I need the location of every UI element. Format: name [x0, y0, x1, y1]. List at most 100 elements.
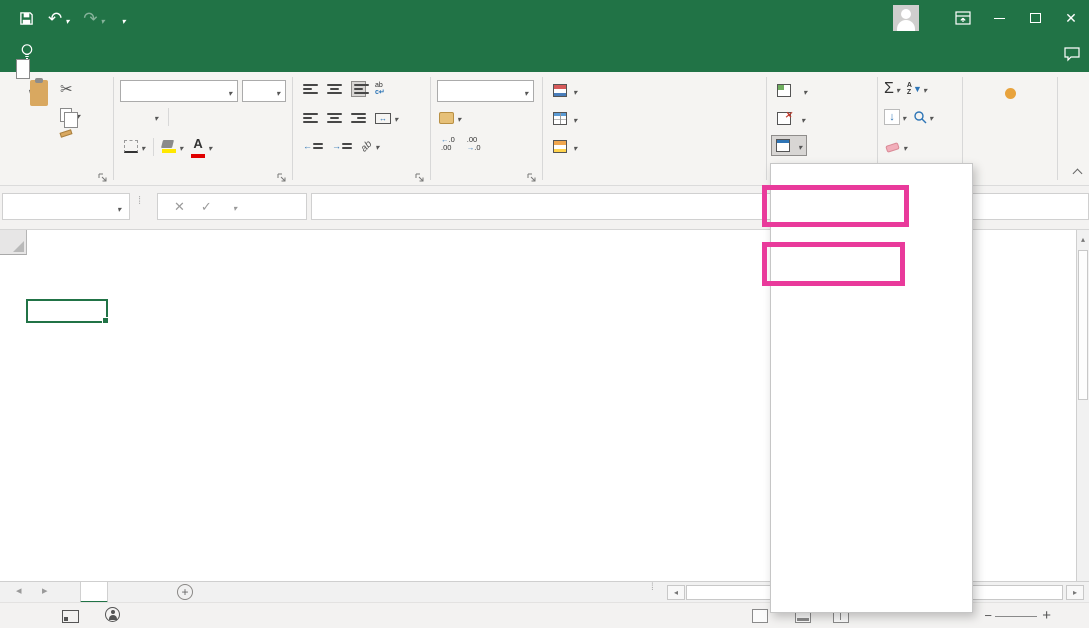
styles-group — [543, 72, 766, 185]
maximize-button[interactable] — [1017, 0, 1053, 36]
decrease-indent-icon[interactable]: ← — [303, 141, 323, 151]
insert-function-button[interactable] — [228, 198, 237, 216]
font-size-combo[interactable] — [242, 80, 286, 102]
macro-record-icon[interactable] — [62, 610, 79, 623]
copy-button[interactable] — [60, 106, 80, 124]
clipboard-mini-buttons — [60, 80, 80, 136]
new-sheet-button[interactable]: + — [177, 584, 193, 600]
bottom-align-icon[interactable] — [351, 81, 366, 97]
accessibility-icon — [105, 607, 120, 622]
accounting-icon — [439, 112, 454, 124]
wrap-text-icon[interactable]: abc↵ — [375, 82, 385, 96]
center-icon[interactable] — [327, 113, 342, 123]
decrease-decimal-icon[interactable]: .00 →.0 — [467, 136, 481, 152]
increase-decimal-icon[interactable]: ←.0 .00 — [441, 136, 455, 152]
ribbon-tabs — [0, 36, 4, 72]
scroll-left-icon[interactable] — [667, 585, 685, 600]
view-normal-icon[interactable] — [752, 609, 768, 623]
delete-cells-button[interactable] — [773, 109, 809, 128]
customize-quick-access-icon[interactable] — [112, 0, 133, 36]
cancel-icon[interactable] — [174, 198, 185, 216]
clipboard-group — [0, 72, 113, 185]
fill-button[interactable]: ↓ — [884, 108, 906, 126]
sort-filter-button[interactable]: AZ▼ — [907, 80, 927, 98]
select-all-corner[interactable] — [0, 230, 27, 255]
format-icon — [776, 139, 790, 152]
titlebar-right — [883, 0, 1089, 36]
format-as-table-button[interactable] — [549, 109, 581, 128]
formula-bar-splitter[interactable]: ⁞ — [138, 198, 141, 204]
close-button[interactable] — [1053, 0, 1089, 36]
borders-button[interactable] — [124, 138, 145, 156]
previous-sheet-icon[interactable] — [16, 584, 22, 597]
cut-icon[interactable] — [60, 80, 80, 99]
find-select-button[interactable] — [913, 108, 933, 126]
titlebar — [0, 0, 1089, 36]
font-dialog-launcher-icon[interactable] — [277, 170, 287, 180]
orientation-icon: ab — [359, 138, 375, 154]
sheet-tab-sheet1[interactable] — [80, 582, 108, 603]
format-button[interactable] — [771, 135, 807, 156]
enter-icon[interactable] — [201, 198, 212, 216]
orientation-button[interactable]: ab — [361, 137, 379, 155]
next-sheet-icon[interactable] — [42, 584, 48, 597]
insert-icon — [777, 84, 791, 97]
cell-styles-button[interactable] — [549, 137, 581, 156]
zoom-in-button[interactable] — [1042, 607, 1051, 624]
fill-color-button[interactable] — [162, 138, 183, 156]
merge-center-icon: ↔ — [375, 113, 391, 124]
sort-filter-icon: ▼ — [913, 84, 922, 94]
conditional-formatting-button[interactable] — [549, 81, 581, 100]
insert-cells-button[interactable] — [773, 81, 811, 100]
addins-icon[interactable] — [1005, 88, 1016, 99]
active-cell-outline — [26, 299, 108, 323]
scroll-right-icon[interactable] — [1066, 585, 1084, 600]
alignment-group: abc↵ ↔ ← → ab — [293, 72, 430, 185]
collapse-ribbon-icon[interactable] — [1074, 170, 1081, 177]
zoom-out-button[interactable] — [984, 608, 992, 623]
autosum-icon — [884, 80, 894, 98]
font-color-button[interactable]: A — [191, 135, 212, 158]
save-icon[interactable] — [12, 0, 41, 36]
comment-icon[interactable] — [1063, 46, 1081, 67]
alignment-dialog-launcher-icon[interactable] — [415, 170, 425, 180]
middle-align-icon[interactable] — [327, 84, 342, 94]
increase-indent-icon[interactable]: → — [332, 141, 352, 151]
merge-center-button[interactable]: ↔ — [375, 109, 398, 127]
scroll-up-icon[interactable] — [1077, 230, 1089, 248]
redo-button[interactable] — [76, 0, 111, 36]
undo-button[interactable] — [41, 0, 76, 36]
vertical-scrollbar[interactable] — [1076, 230, 1089, 581]
formula-buttons — [157, 193, 307, 220]
borders-icon — [124, 140, 138, 153]
addins-group — [963, 72, 1057, 185]
tab-scroll-splitter[interactable]: ⁞ — [651, 585, 654, 590]
accounting-format-button[interactable] — [439, 109, 461, 127]
format-painter-icon[interactable] — [60, 129, 73, 137]
top-align-icon[interactable] — [303, 84, 318, 94]
name-box[interactable] — [2, 193, 130, 220]
font-group: A — [114, 72, 292, 185]
autosum-button[interactable] — [884, 80, 900, 98]
ribbon-tab-row — [0, 36, 1089, 72]
excel-window: A abc↵ ↔ ← → ab — [0, 0, 1089, 628]
paste-button[interactable] — [8, 79, 52, 99]
minimize-button[interactable] — [981, 0, 1017, 36]
ribbon-display-options-icon[interactable] — [945, 0, 981, 36]
format-as-table-icon — [553, 112, 567, 125]
vertical-scroll-thumb[interactable] — [1078, 250, 1088, 400]
clipboard-dialog-launcher-icon[interactable] — [98, 170, 108, 180]
clear-icon[interactable] — [885, 142, 900, 153]
align-left-icon[interactable] — [303, 113, 318, 123]
quick-access-toolbar — [0, 0, 133, 36]
delete-icon — [777, 112, 791, 125]
conditional-formatting-icon — [553, 84, 567, 97]
format-menu — [770, 163, 973, 613]
accessibility-status[interactable] — [105, 607, 127, 622]
number-dialog-launcher-icon[interactable] — [527, 170, 537, 180]
zoom-slider[interactable] — [995, 616, 1037, 617]
font-name-combo[interactable] — [120, 80, 238, 102]
number-format-combo[interactable] — [437, 80, 534, 102]
avatar[interactable] — [893, 5, 919, 31]
align-right-icon[interactable] — [351, 113, 366, 123]
